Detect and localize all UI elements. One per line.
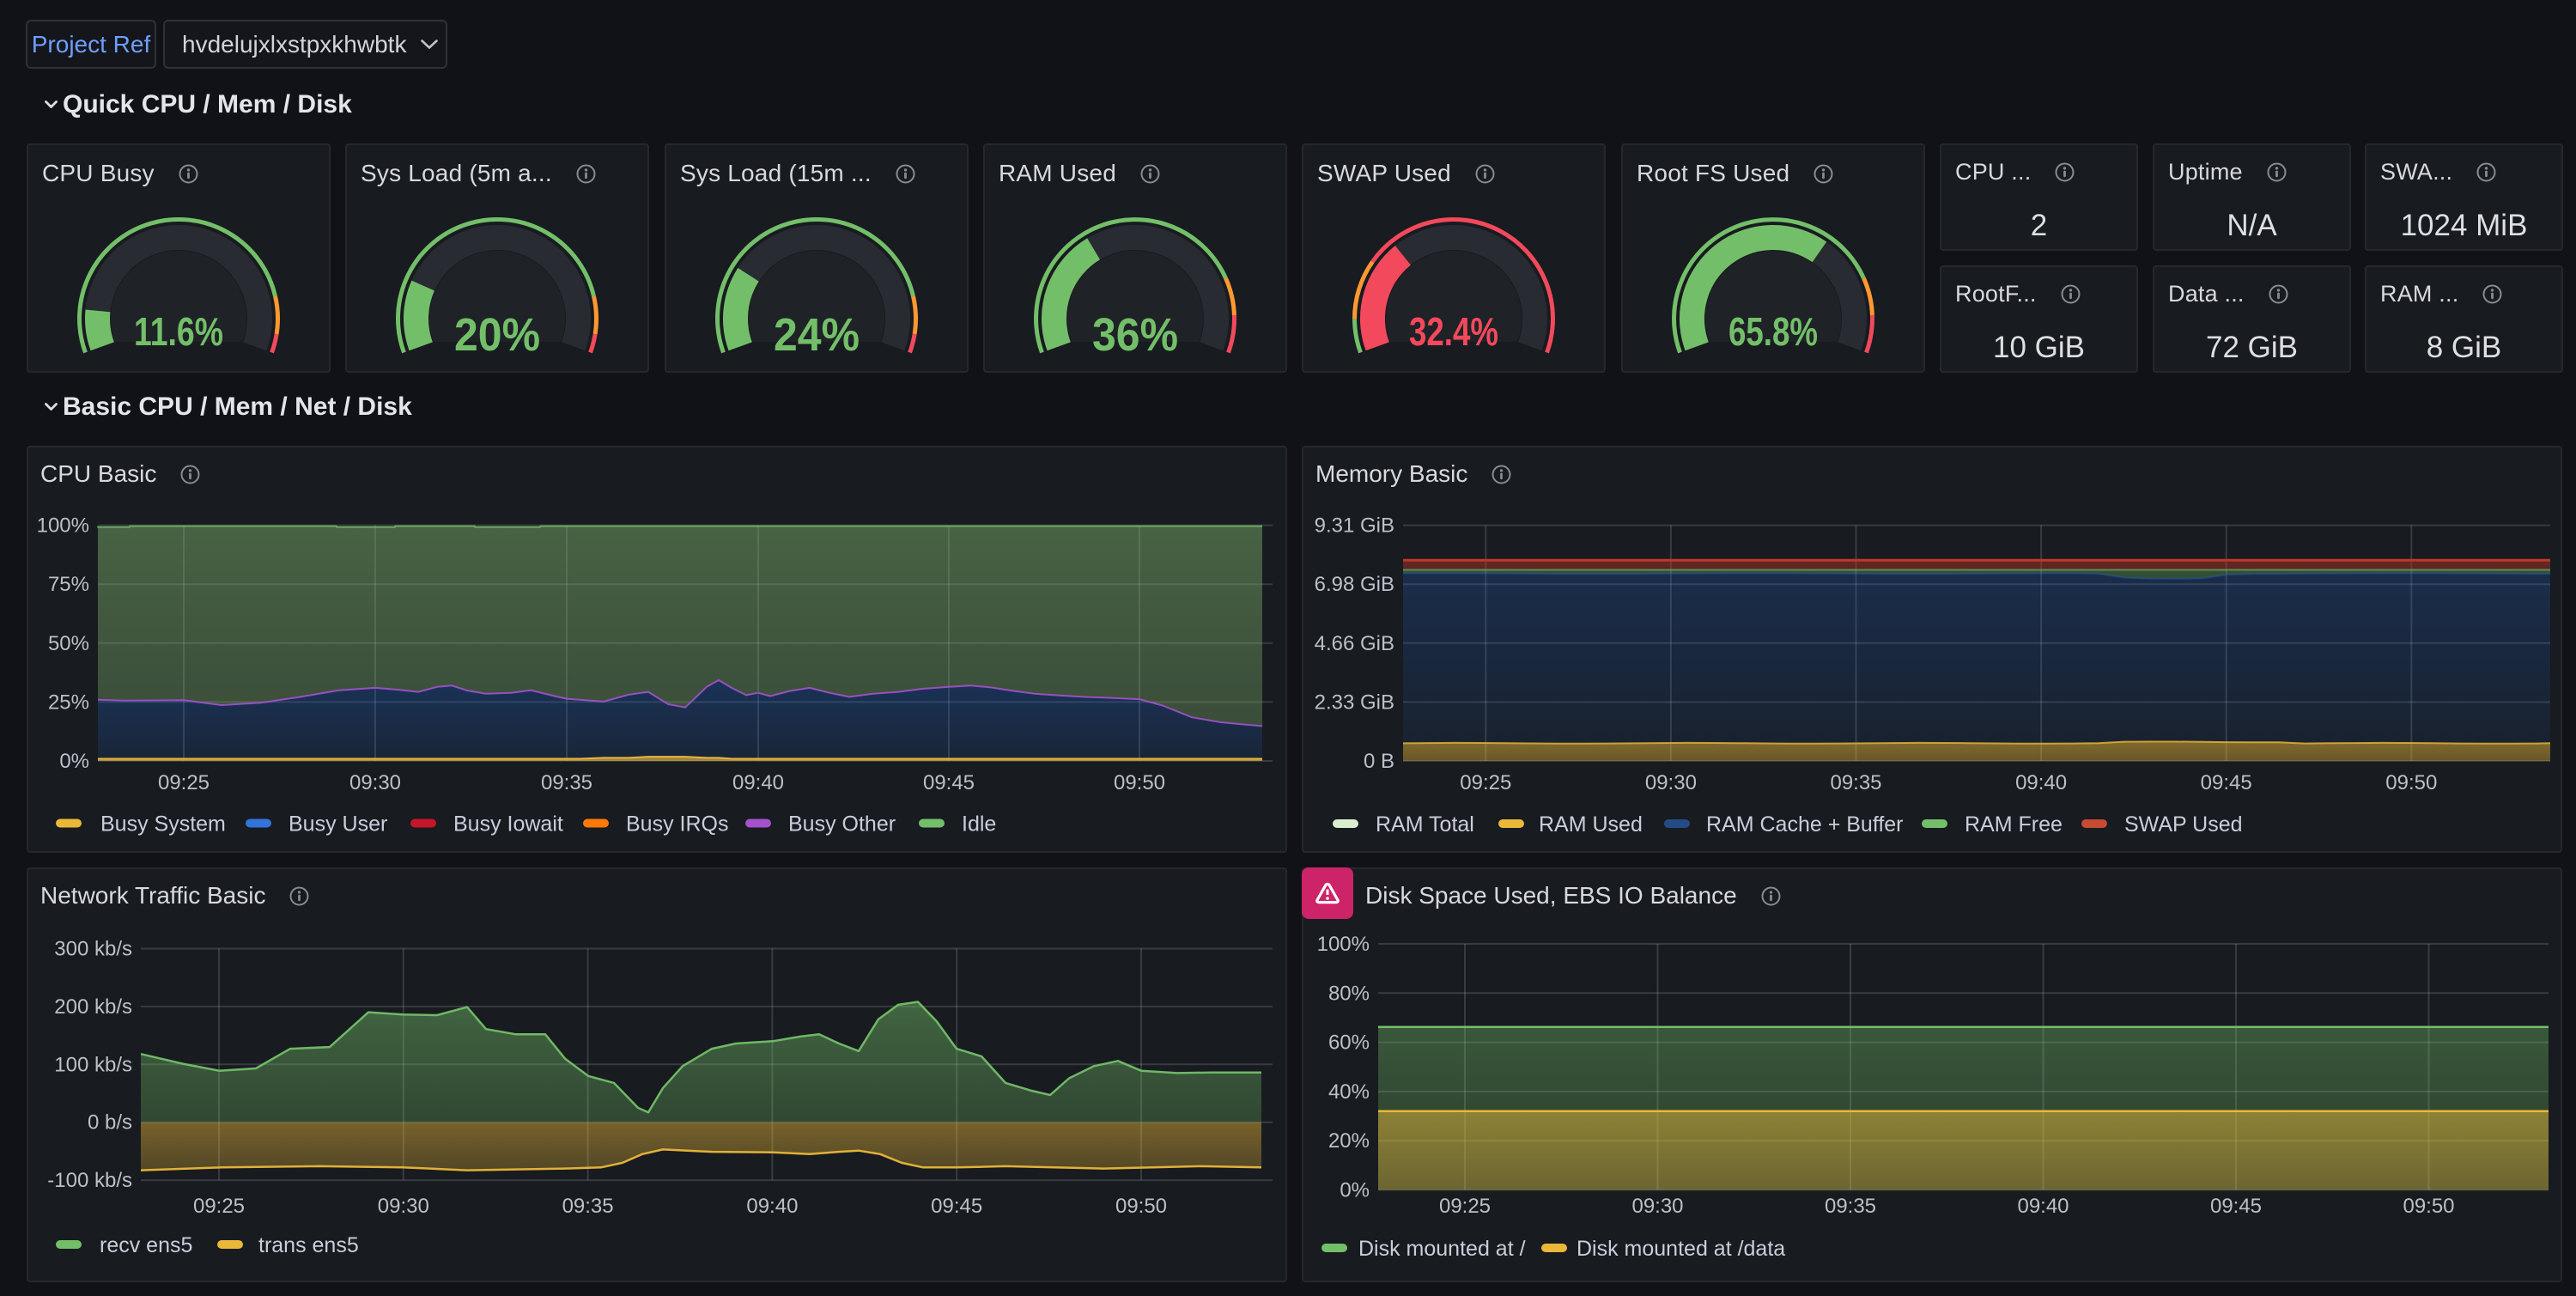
svg-text:50%: 50%: [48, 632, 89, 655]
svg-text:Disk mounted at /: Disk mounted at /: [1358, 1237, 1526, 1261]
svg-text:09:40: 09:40: [746, 1195, 798, 1218]
svg-text:09:30: 09:30: [1631, 1195, 1683, 1218]
svg-text:20%: 20%: [1328, 1129, 1370, 1153]
svg-text:Disk mounted at /data: Disk mounted at /data: [1577, 1237, 1785, 1261]
svg-text:9.31 GiB: 9.31 GiB: [1315, 514, 1394, 538]
svg-text:recv ens5: recv ens5: [100, 1233, 192, 1257]
svg-text:09:40: 09:40: [2017, 1195, 2069, 1218]
svg-text:11.6%: 11.6%: [134, 309, 223, 354]
svg-text:65.8%: 65.8%: [1728, 309, 1818, 354]
svg-text:100%: 100%: [1317, 933, 1370, 956]
svg-text:4.66 GiB: 4.66 GiB: [1315, 632, 1394, 655]
svg-text:09:45: 09:45: [2210, 1195, 2262, 1218]
svg-text:-100 kb/s: -100 kb/s: [47, 1169, 132, 1192]
svg-text:09:40: 09:40: [732, 771, 784, 794]
svg-text:0%: 0%: [59, 750, 89, 773]
svg-text:6.98 GiB: 6.98 GiB: [1315, 573, 1394, 596]
svg-text:0%: 0%: [1340, 1179, 1370, 1202]
svg-text:80%: 80%: [1328, 982, 1370, 1005]
svg-text:09:35: 09:35: [562, 1195, 614, 1218]
svg-text:RAM Total: RAM Total: [1376, 812, 1474, 837]
svg-text:Busy Other: Busy Other: [788, 812, 896, 837]
svg-text:0 b/s: 0 b/s: [88, 1111, 132, 1135]
svg-text:Busy System: Busy System: [100, 812, 226, 837]
svg-text:20%: 20%: [454, 309, 540, 361]
svg-text:09:30: 09:30: [378, 1195, 429, 1218]
svg-text:09:35: 09:35: [541, 771, 592, 794]
svg-text:09:45: 09:45: [931, 1195, 982, 1218]
svg-text:300 kb/s: 300 kb/s: [54, 938, 132, 961]
svg-text:09:25: 09:25: [1439, 1195, 1491, 1218]
svg-text:40%: 40%: [1328, 1080, 1370, 1104]
svg-text:trans ens5: trans ens5: [258, 1233, 359, 1257]
svg-text:09:45: 09:45: [923, 771, 975, 794]
svg-text:60%: 60%: [1328, 1031, 1370, 1055]
svg-text:09:40: 09:40: [2015, 771, 2067, 794]
svg-text:09:30: 09:30: [349, 771, 401, 794]
svg-text:SWAP Used: SWAP Used: [2124, 812, 2243, 837]
svg-text:Busy User: Busy User: [289, 812, 387, 837]
svg-text:Idle: Idle: [962, 812, 996, 837]
svg-text:09:50: 09:50: [2385, 771, 2437, 794]
svg-text:09:25: 09:25: [1460, 771, 1511, 794]
svg-text:0 B: 0 B: [1364, 750, 1394, 773]
svg-text:75%: 75%: [48, 573, 89, 596]
svg-text:Busy IRQs: Busy IRQs: [626, 812, 728, 837]
svg-text:09:45: 09:45: [2201, 771, 2252, 794]
svg-text:RAM Used: RAM Used: [1539, 812, 1643, 837]
svg-text:Busy Iowait: Busy Iowait: [453, 812, 563, 837]
svg-text:09:35: 09:35: [1830, 771, 1881, 794]
svg-text:200 kb/s: 200 kb/s: [54, 995, 132, 1019]
svg-text:100%: 100%: [37, 514, 89, 538]
svg-text:100 kb/s: 100 kb/s: [54, 1053, 132, 1076]
svg-text:2.33 GiB: 2.33 GiB: [1315, 691, 1394, 714]
svg-text:RAM Cache + Buffer: RAM Cache + Buffer: [1706, 812, 1904, 837]
svg-text:36%: 36%: [1092, 309, 1178, 361]
svg-text:09:25: 09:25: [158, 771, 210, 794]
svg-text:25%: 25%: [48, 691, 89, 714]
svg-text:09:50: 09:50: [1115, 1195, 1167, 1218]
svg-text:09:30: 09:30: [1645, 771, 1697, 794]
svg-text:09:50: 09:50: [2403, 1195, 2454, 1218]
svg-text:32.4%: 32.4%: [1409, 309, 1498, 354]
svg-text:24%: 24%: [774, 309, 860, 361]
svg-text:RAM Free: RAM Free: [1965, 812, 2063, 837]
svg-text:09:50: 09:50: [1114, 771, 1165, 794]
svg-text:09:25: 09:25: [193, 1195, 245, 1218]
svg-text:09:35: 09:35: [1825, 1195, 1876, 1218]
